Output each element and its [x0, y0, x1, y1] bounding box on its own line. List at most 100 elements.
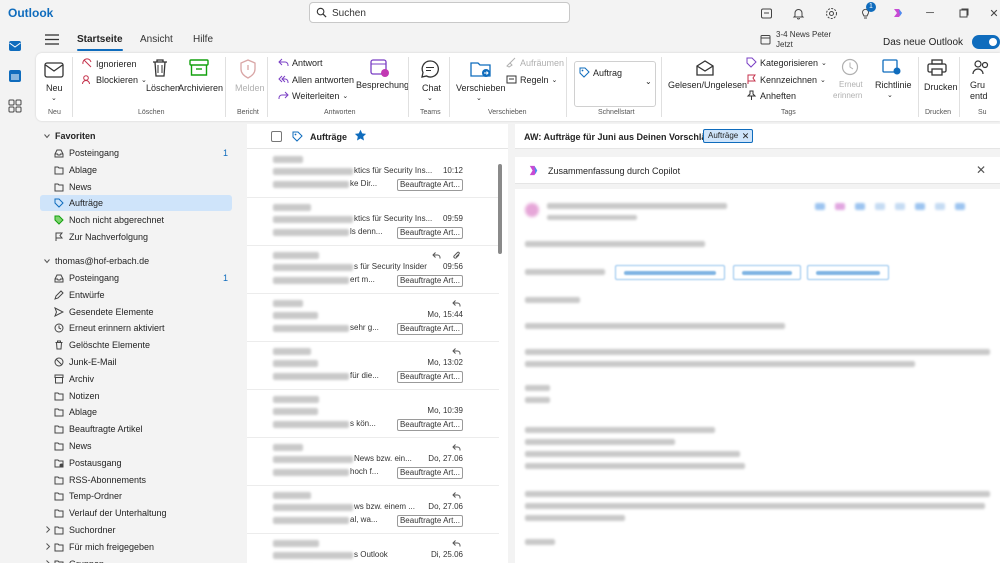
folder-item[interactable]: Gesendete Elemente — [36, 304, 236, 320]
message-row[interactable]: s kön... Mo, 10:39 Beauftragte Art... — [247, 390, 499, 438]
search-box[interactable]: Suchen — [309, 2, 570, 23]
folder-item[interactable]: Ablage — [36, 404, 236, 420]
hamburger-icon[interactable] — [45, 34, 59, 45]
tab-startseite[interactable]: Startseite — [77, 34, 123, 51]
ribbon-separator — [918, 57, 919, 117]
quickstep-item[interactable]: Auftrag — [579, 67, 622, 78]
close-icon[interactable]: ✕ — [986, 5, 1000, 21]
ignore-button[interactable]: Ignorieren — [82, 58, 137, 69]
new-outlook-toggle[interactable] — [972, 35, 1000, 49]
reply-all-button[interactable]: Allen antworten — [278, 74, 354, 85]
categorize-button[interactable]: Kategorisieren ⌄ — [746, 57, 827, 68]
folder-item[interactable]: Beauftragte Artikel — [36, 421, 236, 437]
tips-icon[interactable]: 1 — [857, 2, 876, 21]
folder-label: Archiv — [69, 373, 95, 384]
print-button[interactable]: Drucken — [924, 82, 958, 92]
quickstep-gallery[interactable]: Auftrag — [574, 61, 656, 107]
block-button[interactable]: Blockieren ⌄ — [82, 74, 147, 85]
remove-tag-icon[interactable]: ✕ — [742, 130, 750, 142]
chat-chevron-icon[interactable]: ⌄ — [427, 94, 433, 102]
minimize-icon[interactable]: ─ — [922, 5, 938, 21]
apps-icon[interactable] — [7, 98, 23, 114]
policy-chevron-icon[interactable]: ⌄ — [887, 91, 893, 99]
folder-group[interactable]: Für mich freigegeben — [36, 539, 236, 555]
folder-item[interactable]: Ablage — [36, 162, 236, 178]
message-subject: ktics für Security Ins... — [354, 214, 433, 223]
folder-group[interactable]: Suchordner — [36, 522, 236, 538]
new-chevron-icon[interactable]: ⌄ — [51, 94, 57, 102]
policy-button[interactable]: Richtlinie — [875, 80, 912, 90]
quickstep-expand-icon[interactable]: ⌄ — [645, 77, 652, 86]
message-row[interactable]: s Outlook Di, 25.06 — [247, 534, 499, 563]
folder-item[interactable]: Postausgang — [36, 455, 236, 471]
flag-button[interactable]: Kennzeichnen ⌄ — [746, 74, 826, 85]
folder-item[interactable]: Verlauf der Unterhaltung — [36, 505, 236, 521]
chevron-down-icon[interactable] — [44, 133, 50, 139]
chevron-down-icon[interactable] — [44, 258, 50, 264]
report-button[interactable]: Melden — [235, 83, 265, 93]
folder-item[interactable]: Noch nicht abgerechnet — [36, 212, 236, 228]
close-icon[interactable]: ✕ — [976, 163, 986, 177]
message-row[interactable]: für die... Mo, 13:02 Beauftragte Art... — [247, 342, 499, 390]
gear-icon[interactable] — [823, 5, 839, 21]
folder-label: Posteingang — [69, 148, 120, 158]
groups-button[interactable]: Gru — [970, 80, 985, 90]
message-row[interactable]: ktics für Security Ins... ke Dir... 10:12 B… — [247, 150, 499, 198]
pin-label: Anheften — [760, 90, 797, 101]
folder-item[interactable]: Posteingang 1 — [36, 145, 236, 161]
message-row[interactable]: ws bzw. einem ... al, wa... Do, 27.06 Beauf… — [247, 486, 499, 534]
folder-item[interactable]: News — [36, 438, 236, 454]
forward-button[interactable]: Weiterleiten ⌄ — [278, 90, 348, 101]
move-button[interactable]: Verschieben — [456, 83, 506, 93]
new-button[interactable]: Neu — [46, 83, 63, 93]
chat-button[interactable]: Chat — [422, 83, 441, 93]
tab-hilfe[interactable]: Hilfe — [193, 34, 213, 45]
meeting-button[interactable]: Besprechung — [356, 80, 409, 90]
pin-button[interactable]: Anheften — [746, 90, 796, 101]
delete-button[interactable]: Löschen — [146, 83, 180, 93]
folder-item[interactable]: News — [36, 179, 236, 195]
folder-item[interactable]: Posteingang 1 — [36, 270, 236, 286]
folder-item[interactable]: Archiv — [36, 371, 236, 387]
folder-item[interactable]: RSS-Abonnements — [36, 472, 236, 488]
account-header[interactable]: thomas@hof-erbach.de — [55, 256, 149, 266]
rules-button[interactable]: Regeln ⌄ — [506, 74, 557, 85]
folder-item[interactable]: Erneut erinnern aktiviert — [36, 320, 236, 336]
message-list: Aufträge ktics für Security Ins... ke Dir… — [247, 124, 508, 563]
folder-group[interactable]: Gruppen — [36, 556, 236, 563]
star-icon[interactable] — [354, 129, 367, 142]
remind-again-button[interactable]: Erneut — [839, 80, 863, 89]
calendar-app-icon[interactable] — [7, 68, 23, 84]
folder-item[interactable]: Notizen — [36, 388, 236, 404]
category-tag[interactable]: Aufträge ✕ — [703, 129, 754, 143]
bell-icon[interactable] — [790, 5, 806, 21]
copilot-summary-bar[interactable]: Zusammenfassung durch Copilot ✕ — [515, 157, 1000, 184]
cleanup-button[interactable]: Aufräumen — [506, 57, 564, 68]
folder-item[interactable]: Junk-E-Mail — [36, 354, 236, 370]
new-mail-icon — [44, 62, 64, 78]
tab-ansicht[interactable]: Ansicht — [140, 34, 173, 45]
list-scrollbar[interactable] — [498, 164, 502, 254]
message-row[interactable]: News bzw. ein... hoch f... Do, 27.06 Beauft… — [247, 438, 499, 486]
copilot-icon[interactable] — [890, 5, 906, 21]
move-chevron-icon[interactable]: ⌄ — [476, 94, 482, 102]
my-day-icon[interactable] — [758, 5, 774, 21]
restore-icon[interactable] — [956, 5, 972, 21]
unread-count: 1 — [222, 273, 228, 283]
folder-item[interactable]: Entwürfe — [36, 287, 236, 303]
archive-button[interactable]: Archivieren — [178, 83, 223, 93]
folder-item[interactable]: Gelöschte Elemente — [36, 337, 236, 353]
read-unread-button[interactable]: Gelesen/Ungelesen — [668, 80, 747, 90]
message-row[interactable]: sehr g... Mo, 15:44 Beauftragte Art... — [247, 294, 499, 342]
message-row[interactable]: ktics für Security Ins... ls denn... 09:59… — [247, 198, 499, 246]
folder-item[interactable]: Temp-Ordner — [36, 488, 236, 504]
folder-item[interactable]: Zur Nachverfolgung — [36, 229, 236, 245]
select-all-checkbox[interactable] — [271, 131, 282, 142]
mail-app-icon[interactable] — [7, 38, 23, 54]
folder-item[interactable]: Aufträge — [40, 195, 232, 212]
message-row[interactable]: s für Security Insider ert m... 09:56 Beauf… — [247, 246, 499, 294]
folder-label: Temp-Ordner — [69, 491, 123, 502]
tips-badge: 1 — [866, 2, 876, 12]
reply-button[interactable]: Antwort — [278, 57, 323, 68]
favorites-header[interactable]: Favoriten — [55, 131, 96, 141]
